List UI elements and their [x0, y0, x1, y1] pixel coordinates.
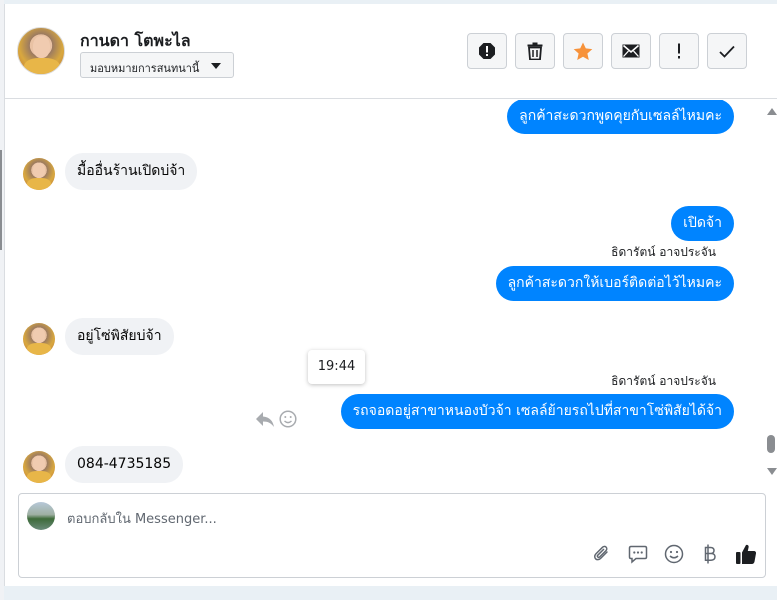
caret-down-icon [211, 63, 221, 69]
sender-name: ธิดารัตน์ อาจประจัน [611, 374, 716, 388]
scrollbar-thumb[interactable] [767, 435, 775, 453]
timestamp-tooltip: 19:44 [308, 350, 365, 384]
message-actions [255, 408, 300, 430]
mark-spam-button[interactable] [467, 33, 507, 69]
contact-avatar-small[interactable] [23, 323, 55, 355]
reply-input-placeholder[interactable]: ตอบกลับใน Messenger... [67, 508, 217, 529]
contact-name[interactable]: กานดา โตพะไล [80, 29, 191, 54]
contact-avatar-small[interactable] [23, 158, 55, 190]
emoji-button[interactable] [661, 541, 687, 567]
reply-composer[interactable]: ตอบกลับใน Messenger... [18, 493, 766, 578]
scroll-up-arrow-icon[interactable] [767, 108, 777, 115]
reply-icon[interactable] [255, 410, 275, 428]
exclamation-icon [678, 43, 680, 59]
attach-button[interactable] [589, 541, 615, 567]
sender-name: ธิดารัตน์ อาจประจัน [611, 245, 716, 259]
follow-up-button[interactable] [563, 33, 603, 69]
message-outgoing[interactable]: ลูกค้าสะดวกให้เบอร์ติดต่อไว้ไหมคะ [495, 266, 734, 301]
message-outgoing[interactable]: เปิดจ้า [671, 206, 734, 241]
mark-done-button[interactable] [707, 33, 747, 69]
saved-replies-icon [628, 545, 648, 564]
message-incoming[interactable]: 084-4735185 [65, 446, 184, 483]
message-outgoing[interactable]: รถจอดอยู่สาขาหนองบัวจ้า เซลล์ย้ายรถไปที่… [340, 394, 734, 429]
paperclip-icon [593, 545, 608, 561]
conversation-header: กานดา โตพะไล มอบหมายการสนทนานี้ [5, 4, 777, 99]
thumbs-up-icon [736, 544, 757, 564]
contact-avatar[interactable] [17, 27, 65, 75]
assign-dropdown-label: มอบหมายการสนทนานี้ [90, 62, 200, 75]
assign-dropdown[interactable]: มอบหมายการสนทนานี้ [80, 52, 234, 78]
payment-button[interactable] [697, 541, 723, 567]
left-edge-marker [0, 150, 2, 250]
message-scrollbar[interactable] [764, 100, 777, 488]
delete-button[interactable] [515, 33, 555, 69]
send-like-button[interactable] [733, 541, 759, 567]
envelope-icon [622, 44, 640, 58]
trash-icon [527, 42, 543, 60]
message-outgoing[interactable]: ลูกค้าสะดวกพูดคุยกับเซลล์ไหมคะ [507, 100, 734, 134]
baht-icon [704, 544, 716, 564]
scroll-down-arrow-icon[interactable] [767, 468, 777, 475]
spam-icon [479, 43, 495, 59]
saved-replies-button[interactable] [625, 541, 651, 567]
mark-unread-button[interactable] [611, 33, 651, 69]
emoji-icon [664, 544, 684, 564]
contact-avatar-small[interactable] [23, 451, 55, 483]
star-icon [573, 42, 593, 60]
emoji-react-icon[interactable] [279, 410, 297, 428]
conversation-panel: กานดา โตพะไล มอบหมายการสนทนานี้ ลูกค้าสะ… [4, 4, 777, 586]
message-thread[interactable]: ลูกค้าสะดวกพูดคุยกับเซลล์ไหมคะ มื้ออื่นร… [5, 100, 762, 488]
check-icon [719, 45, 735, 58]
message-incoming[interactable]: มื้ออื่นร้านเปิดบ่จ้า [65, 153, 198, 190]
message-incoming[interactable]: อยู่โซ่พิสัยบ่จ้า [65, 318, 174, 355]
page-avatar [27, 502, 55, 530]
mark-important-button[interactable] [659, 33, 699, 69]
